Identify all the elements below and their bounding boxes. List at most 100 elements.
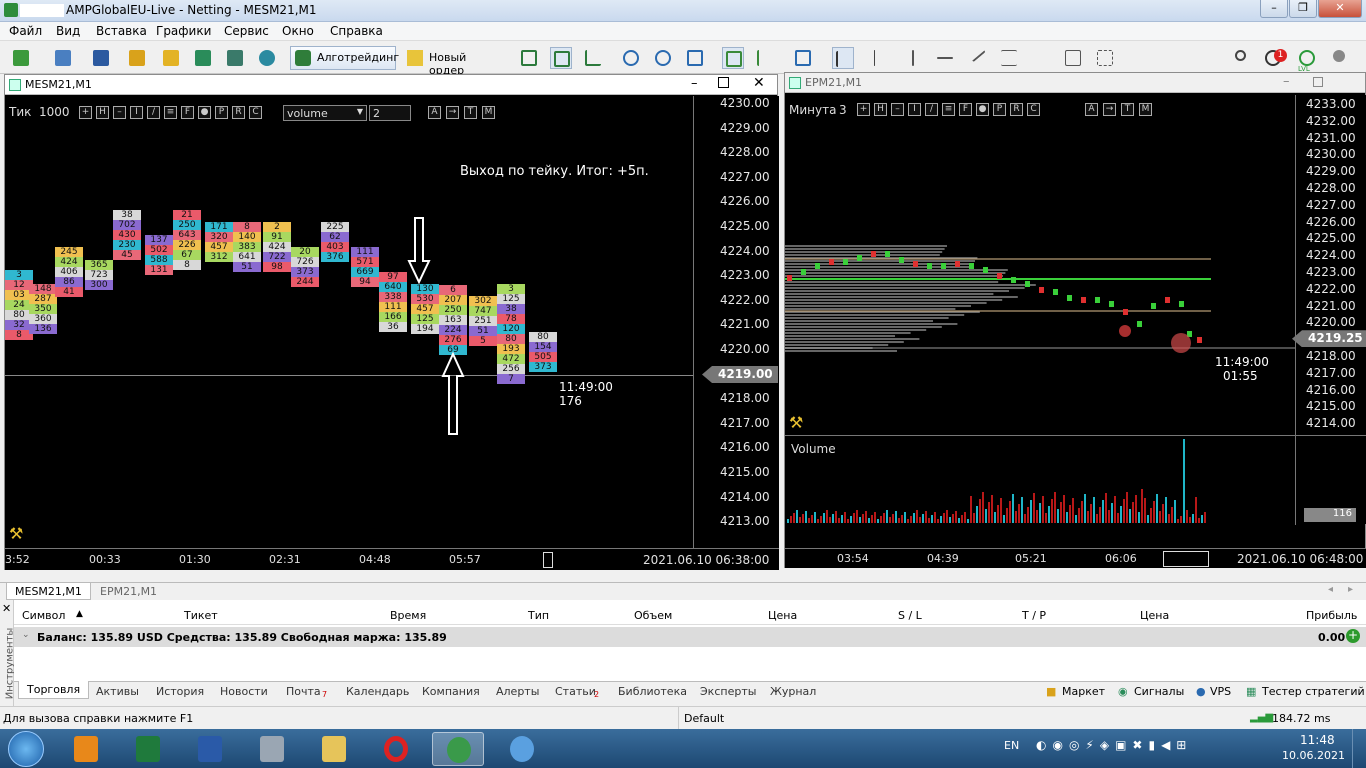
text-tool-icon[interactable] [1062, 47, 1084, 69]
taskbar-opera[interactable] [370, 732, 422, 766]
col-tp[interactable]: T / P [1022, 609, 1046, 622]
col-profit[interactable]: Прибыль [1306, 609, 1357, 622]
profiles-icon[interactable] [52, 47, 74, 69]
candle-chart-icon[interactable] [550, 47, 572, 69]
overlay-minus-button[interactable]: – [113, 106, 126, 119]
add-order-icon[interactable]: + [1346, 629, 1360, 643]
tray-icons[interactable]: ◐◉◎⚡◈▣✖▮◀⊞ [1036, 738, 1192, 752]
link-strategy-tester[interactable]: Тестер стратегий [1262, 685, 1365, 698]
signals-icon[interactable] [192, 47, 214, 69]
zoom-out-icon[interactable] [652, 47, 674, 69]
window-maximize-button[interactable] [1313, 77, 1323, 87]
col-symbol[interactable]: Символ [22, 609, 65, 622]
footprint-candle[interactable]: 137 502 588 131 [145, 235, 173, 275]
tab-calendar[interactable]: Календарь [346, 685, 409, 698]
footprint-candle[interactable]: 2 91 424 722 98 [263, 222, 291, 272]
footprint-candle[interactable]: 80 154 505 373 [529, 332, 557, 372]
market-watch-icon[interactable] [90, 47, 112, 69]
window-maximize-button[interactable] [718, 77, 729, 88]
footprint-candle[interactable]: 130 530 457 125 194 [411, 284, 439, 334]
footprint-candle[interactable]: 148 287 350 360 136 [29, 284, 57, 334]
col-sl[interactable]: S / L [898, 609, 922, 622]
line-chart-icon[interactable] [582, 47, 604, 69]
taskbar-media-player[interactable] [60, 732, 112, 766]
search-icon[interactable] [1232, 47, 1254, 69]
menu-file[interactable]: Файл [9, 24, 42, 38]
templates-icon[interactable] [792, 47, 814, 69]
menu-insert[interactable]: Вставка [96, 24, 147, 38]
chart-plot-area[interactable]: Тик 1000 + H – I / ≡ F ● P R C volume ▼ 2… [5, 96, 693, 548]
chart-window-epm21[interactable]: EPM21,M1 – Минута 3 + H – I / ≡ F ● P R … [784, 72, 1366, 568]
footprint-candle[interactable]: 302 747 251 51 5 [469, 296, 497, 346]
overlay-a-button[interactable]: A [428, 106, 441, 119]
overlay-f-button[interactable]: F [181, 106, 194, 119]
navigator-icon[interactable] [160, 47, 182, 69]
language-indicator[interactable]: EN [1004, 739, 1019, 752]
tools-icon[interactable]: ⚒ [9, 524, 23, 543]
new-chart-icon[interactable] [10, 47, 32, 69]
tab-mesm21[interactable]: MESM21,M1 [6, 583, 91, 600]
footprint-candle[interactable]: 111 571 669 94 [351, 247, 379, 287]
overlay-r-button[interactable]: R [232, 106, 245, 119]
tab-articles[interactable]: Статьи [555, 685, 596, 698]
col-current-price[interactable]: Цена [1140, 609, 1169, 622]
overlay-p-button[interactable]: P [215, 106, 228, 119]
account-icon[interactable] [1330, 47, 1352, 69]
taskbar-metatrader[interactable] [432, 732, 484, 766]
menu-view[interactable]: Вид [56, 24, 80, 38]
menu-window[interactable]: Окно [282, 24, 314, 38]
tab-news[interactable]: Новости [220, 685, 268, 698]
strategy-tester-icon[interactable] [224, 47, 246, 69]
footprint-candle[interactable]: 225 62 403 376 [321, 222, 349, 262]
search-market-icon[interactable] [256, 47, 278, 69]
horizontal-line-icon[interactable] [934, 47, 956, 69]
overlay-m-button[interactable]: M [482, 106, 495, 119]
tabs-scroll-left-icon[interactable]: ◂ [1328, 584, 1333, 595]
clock-time[interactable]: 11:48 [1300, 733, 1335, 747]
chart-window-mesm21[interactable]: MESM21,M1 – ✕ Тик 1000 + H – I / ≡ F ● P… [4, 74, 779, 570]
indicator-select[interactable]: volume ▼ [283, 105, 367, 121]
minimize-button[interactable]: – [1260, 0, 1288, 18]
chart-plot-area[interactable]: Минута 3 + H – I / ≡ F ● P R C A → T M 1… [785, 95, 1295, 435]
footprint-candle[interactable]: 97 640 338 111 166 36 [379, 272, 407, 332]
tab-epm21[interactable]: EPM21,M1 [100, 585, 157, 598]
price-axis[interactable]: 4230.00 4229.00 4228.00 4227.00 4226.00 4225.… [693, 96, 779, 548]
window-minimize-button[interactable]: – [1283, 74, 1290, 89]
tab-alerts[interactable]: Алерты [496, 685, 539, 698]
overlay-slash-button[interactable]: / [147, 106, 160, 119]
window-close-button[interactable]: ✕ [753, 75, 765, 91]
trendline-icon[interactable] [966, 45, 988, 69]
overlay-c-button[interactable]: C [249, 106, 262, 119]
taskbar-network[interactable] [496, 732, 548, 766]
footprint-candle[interactable]: 8 140 383 641 51 [233, 222, 261, 272]
bar-chart-icon[interactable] [518, 47, 540, 69]
collapse-icon[interactable]: ⌄ [22, 630, 30, 640]
footprint-candle[interactable]: 245 424 406 86 41 [55, 247, 83, 297]
menu-help[interactable]: Справка [330, 24, 383, 38]
value-stepper[interactable]: 2 [369, 105, 411, 121]
col-volume[interactable]: Объем [634, 609, 672, 622]
tile-windows-icon[interactable] [684, 47, 706, 69]
terminal-close-icon[interactable]: ✕ [2, 602, 11, 615]
overlay-dot-button[interactable]: ● [198, 106, 211, 119]
footprint-candle[interactable]: 21 250 643 226 67 8 [173, 210, 201, 270]
tab-company[interactable]: Компания [422, 685, 480, 698]
tools-icon[interactable]: ⚒ [789, 413, 803, 432]
link-signals[interactable]: Сигналы [1134, 685, 1184, 698]
vertical-line-icon[interactable] [902, 47, 924, 69]
algo-trading-button[interactable]: Алготрейдинг [290, 46, 399, 70]
overlay-h-button[interactable]: H [96, 106, 109, 119]
overlay-arrow-button[interactable]: → [446, 106, 459, 119]
col-price[interactable]: Цена [768, 609, 797, 622]
tabs-scroll-right-icon[interactable]: ▸ [1348, 584, 1353, 595]
chart-shift-icon[interactable] [754, 47, 776, 69]
autoscroll-icon[interactable] [722, 47, 744, 69]
overlay-i-button[interactable]: I [130, 106, 143, 119]
taskbar-excel[interactable] [122, 732, 174, 766]
menu-service[interactable]: Сервис [224, 24, 269, 38]
time-axis[interactable]: 03:54 04:39 05:21 06:06 2021.06.10 06:48… [785, 548, 1366, 568]
maximize-button[interactable]: ❐ [1289, 0, 1317, 18]
col-ticket[interactable]: Тикет [184, 609, 218, 622]
volume-subwindow[interactable]: Volume 116 [785, 435, 1366, 525]
menu-charts[interactable]: Графики [156, 24, 211, 38]
